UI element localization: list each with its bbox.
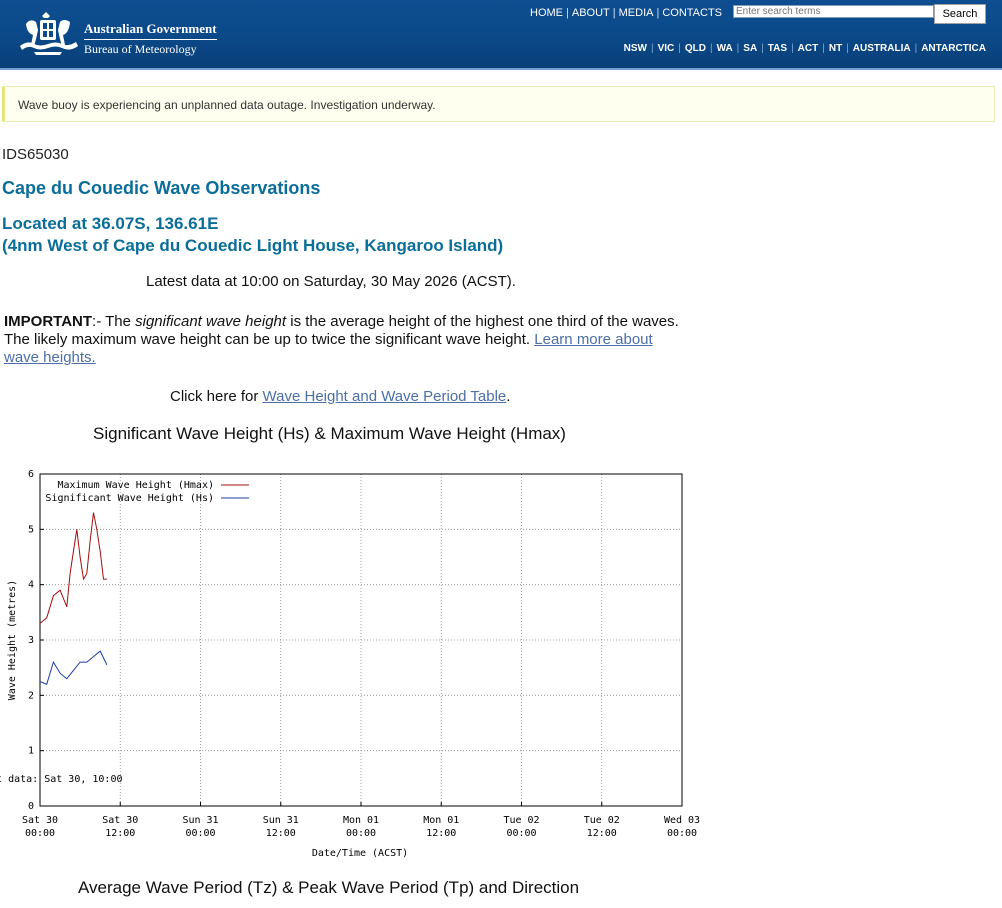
nav-media-link[interactable]: MEDIA [619, 7, 654, 19]
x-tick-label-day: Sat 30 [22, 815, 58, 826]
x-tick-label-time: 00:00 [506, 828, 536, 839]
x-tick-label-day: Mon 01 [343, 815, 379, 826]
important-text-1: :- The [92, 313, 136, 330]
coat-of-arms-logo[interactable] [16, 10, 80, 58]
y-axis-label: Wave Height (metres) [7, 580, 18, 700]
latest-data-text: Latest data at 10:00 on Saturday, 30 May… [146, 273, 516, 290]
logo-wordmark[interactable]: Australian Government Bureau of Meteorol… [84, 21, 217, 57]
x-tick-label-day: Sun 31 [263, 815, 299, 826]
table-link-suffix: . [506, 388, 511, 405]
important-label: IMPORTANT [4, 313, 93, 330]
x-tick-label-time: 00:00 [185, 828, 215, 839]
page-title: Cape du Couedic Wave Observations [2, 178, 321, 198]
state-link-tas[interactable]: TAS [768, 43, 787, 54]
x-tick-label-day: Wed 03 [664, 815, 700, 826]
x-tick-label-time: 12:00 [426, 828, 456, 839]
y-tick-label: 3 [28, 635, 34, 646]
government-name: Australian Government [84, 21, 217, 40]
x-tick-label-day: Mon 01 [423, 815, 459, 826]
nav-home-link[interactable]: HOME [530, 7, 563, 19]
state-link-sa[interactable]: SA [743, 43, 757, 54]
wave-height-chart-title: Significant Wave Height (Hs) & Maximum W… [93, 424, 566, 443]
nav-about-link[interactable]: ABOUT [572, 7, 610, 19]
state-nav: NSW | VIC | QLD | WA | SA | TAS | ACT | NT | AUSTRALIA | A… [623, 43, 986, 54]
state-link-antarctica[interactable]: ANTARCTICA [921, 43, 986, 54]
legend-label-hs: Significant Wave Height (Hs) [45, 493, 214, 504]
wave-period-chart-title: Average Wave Period (Tz) & Peak Wave Per… [78, 878, 580, 897]
wave-height-chart: 0 1 2 3 4 5 6 Sat 30 00:00 Sat 30 12:00 Sun 31 00:00… [0, 469, 700, 859]
last-data-annotation: Last data: Sat 30, 10:00 [0, 774, 123, 785]
state-link-australia[interactable]: AUSTRALIA [853, 43, 911, 54]
x-tick-label-time: 12:00 [105, 828, 135, 839]
y-tick-label: 0 [28, 801, 34, 812]
location-heading: Located at 36.07S, 136.61E (4nm West of … [2, 213, 503, 257]
important-note: IMPORTANT:- The significant wave height … [4, 313, 680, 367]
x-tick-label-time: 12:00 [266, 828, 296, 839]
state-link-nt[interactable]: NT [829, 43, 842, 54]
x-tick-label-day: Sat 30 [102, 815, 138, 826]
y-tick-label: 1 [28, 746, 34, 757]
top-nav: HOME | ABOUT | MEDIA | CONTACTS [530, 7, 723, 19]
x-tick-label-day: Sun 31 [182, 815, 218, 826]
state-link-qld[interactable]: QLD [685, 43, 706, 54]
location-description: (4nm West of Cape du Couedic Light House… [2, 236, 504, 255]
location-coordinates: Located at 36.07S, 136.61E [2, 214, 219, 233]
x-tick-label-time: 00:00 [25, 828, 55, 839]
state-link-nsw[interactable]: NSW [624, 43, 647, 54]
x-tick-label-time: 00:00 [346, 828, 376, 839]
wave-table-link[interactable]: Wave Height and Wave Period Table [263, 388, 507, 405]
y-tick-label: 6 [28, 469, 34, 480]
header-divider [0, 68, 1002, 70]
x-tick-label-time: 12:00 [587, 828, 617, 839]
x-tick-label-time: 00:00 [667, 828, 697, 839]
important-emphasis: significant wave height [135, 313, 287, 330]
search-button[interactable]: Search [934, 4, 986, 24]
site-header: Australian Government Bureau of Meteorol… [0, 0, 1002, 70]
table-link-prefix: Click here for [170, 388, 263, 405]
y-tick-label: 5 [28, 524, 34, 535]
state-link-act[interactable]: ACT [798, 43, 819, 54]
nav-contacts-link[interactable]: CONTACTS [662, 7, 722, 19]
legend-label-hmax: Maximum Wave Height (Hmax) [57, 480, 214, 491]
x-tick-label-day: Tue 02 [584, 815, 620, 826]
search-input[interactable] [733, 5, 934, 18]
state-link-wa[interactable]: WA [717, 43, 733, 54]
table-link-line: Click here for Wave Height and Wave Peri… [170, 388, 510, 405]
agency-name: Bureau of Meteorology [84, 42, 197, 56]
y-tick-label: 4 [28, 580, 34, 591]
x-tick-label-day: Tue 02 [503, 815, 539, 826]
state-link-vic[interactable]: VIC [658, 43, 675, 54]
product-id: IDS65030 [2, 146, 69, 163]
x-axis-label: Date/Time (ACST) [312, 848, 408, 859]
y-tick-label: 2 [28, 690, 34, 701]
outage-alert: Wave buoy is experiencing an unplanned d… [2, 86, 995, 122]
